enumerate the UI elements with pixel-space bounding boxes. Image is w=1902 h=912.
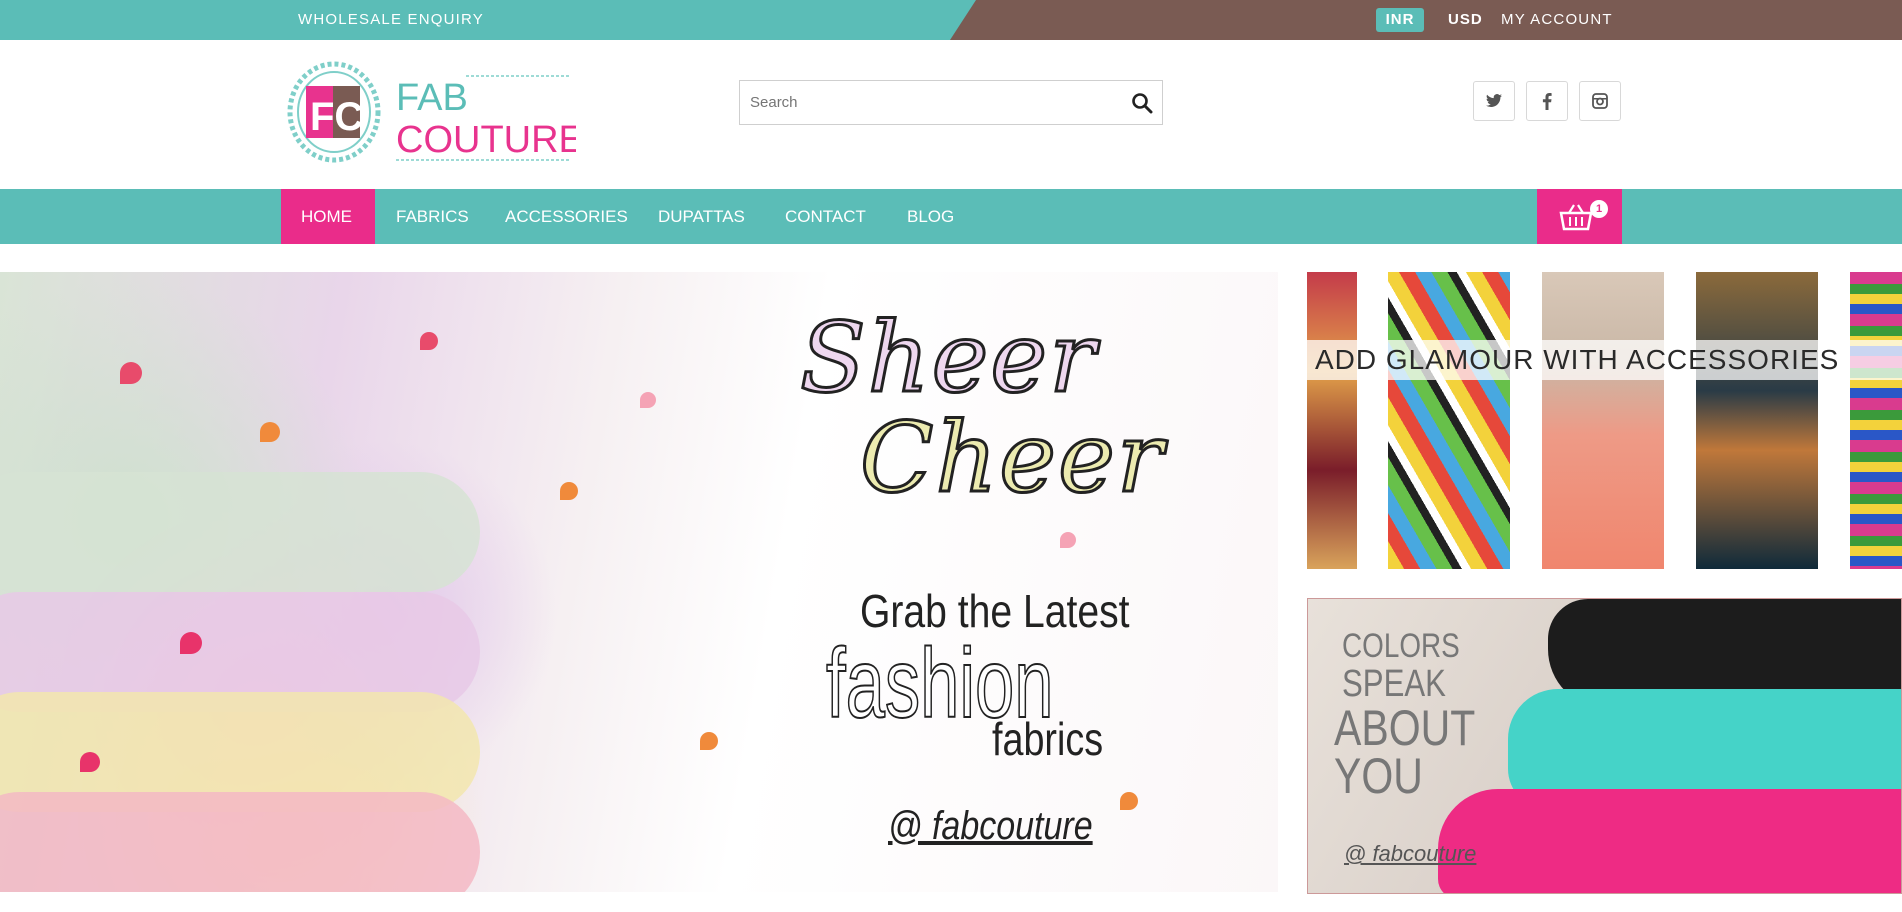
hero-handle: @ fabcouture <box>888 804 1093 848</box>
cart-count-badge: 1 <box>1590 200 1608 218</box>
flower-decoration <box>640 392 656 408</box>
currency-usd-button[interactable]: USD <box>1448 8 1483 32</box>
basket-icon <box>1559 204 1593 231</box>
flower-decoration <box>180 632 202 654</box>
site-header: FC FAB COUTURE <box>0 40 1902 189</box>
facebook-icon <box>1542 92 1552 110</box>
search-icon[interactable] <box>1130 91 1154 115</box>
colors-text-line2: SPEAK <box>1342 663 1446 705</box>
nav-item-home[interactable]: HOME <box>281 189 375 244</box>
my-account-link[interactable]: MY ACCOUNT <box>1501 0 1613 40</box>
buttons-tile <box>1388 272 1510 569</box>
top-bar-right-panel <box>950 0 1902 40</box>
colors-text-line1: COLORS <box>1342 627 1460 665</box>
logo-text-couture: COUTURE <box>396 119 576 161</box>
top-bar: WHOLESALE ENQUIRY INR USD MY ACCOUNT <box>0 0 1902 40</box>
flower-decoration <box>1060 532 1076 548</box>
fabric-fold-pink <box>0 792 480 892</box>
search-box <box>739 80 1163 125</box>
flower-decoration <box>1120 792 1138 810</box>
facebook-button[interactable] <box>1526 81 1568 121</box>
logo-text-fab: FAB <box>396 77 468 119</box>
flower-decoration <box>260 422 280 442</box>
currency-inr-button[interactable]: INR <box>1376 8 1424 32</box>
fab-couture-logo[interactable]: FC FAB COUTURE <box>286 60 584 164</box>
nav-item-accessories[interactable]: ACCESSORIES <box>485 189 648 244</box>
jewelry-tile <box>1307 272 1357 569</box>
twitter-button[interactable] <box>1473 81 1515 121</box>
flower-decoration <box>700 732 718 750</box>
flower-decoration <box>120 362 142 384</box>
instagram-button[interactable] <box>1579 81 1621 121</box>
flower-decoration <box>420 332 438 350</box>
hero-title-cheer: Cheer <box>859 401 1165 516</box>
fabric-fold-green <box>0 472 480 592</box>
search-input[interactable] <box>740 81 1110 124</box>
colors-text-line3: ABOUT <box>1334 700 1476 756</box>
hero-subtitle-fabrics: fabrics <box>992 713 1104 765</box>
colors-banner-handle: @ fabcouture <box>1344 841 1477 866</box>
accessories-banner-text: ADD GLAMOUR WITH ACCESSORIES <box>1307 340 1902 380</box>
nav-item-dupattas[interactable]: DUPATTAS <box>638 189 765 244</box>
colors-speak-banner[interactable]: COLORS SPEAK ABOUT YOU @ fabcouture <box>1307 598 1902 894</box>
fabric-pink <box>1438 789 1901 893</box>
tassel-tile <box>1542 272 1664 569</box>
trim-tile <box>1850 272 1902 569</box>
nav-item-fabrics[interactable]: FABRICS <box>376 189 489 244</box>
beads-tile <box>1696 272 1818 569</box>
svg-text:FC: FC <box>310 95 363 139</box>
hero-title-sheer: Sheer <box>798 301 1098 416</box>
flower-decoration <box>560 482 578 500</box>
twitter-icon <box>1486 94 1502 108</box>
flower-decoration <box>80 752 100 772</box>
wholesale-enquiry-link[interactable]: WHOLESALE ENQUIRY <box>298 0 484 40</box>
nav-item-blog[interactable]: BLOG <box>887 189 974 244</box>
cart-button[interactable]: 1 <box>1537 189 1622 244</box>
hero-banner-sheer-cheer[interactable]: Sheer Cheer Grab the Latest fashion fabr… <box>0 272 1278 892</box>
colors-text-line4: YOU <box>1334 748 1423 804</box>
instagram-icon <box>1592 93 1608 109</box>
accessories-banner[interactable]: ADD GLAMOUR WITH ACCESSORIES <box>1307 272 1902 569</box>
nav-item-contact[interactable]: CONTACT <box>765 189 886 244</box>
